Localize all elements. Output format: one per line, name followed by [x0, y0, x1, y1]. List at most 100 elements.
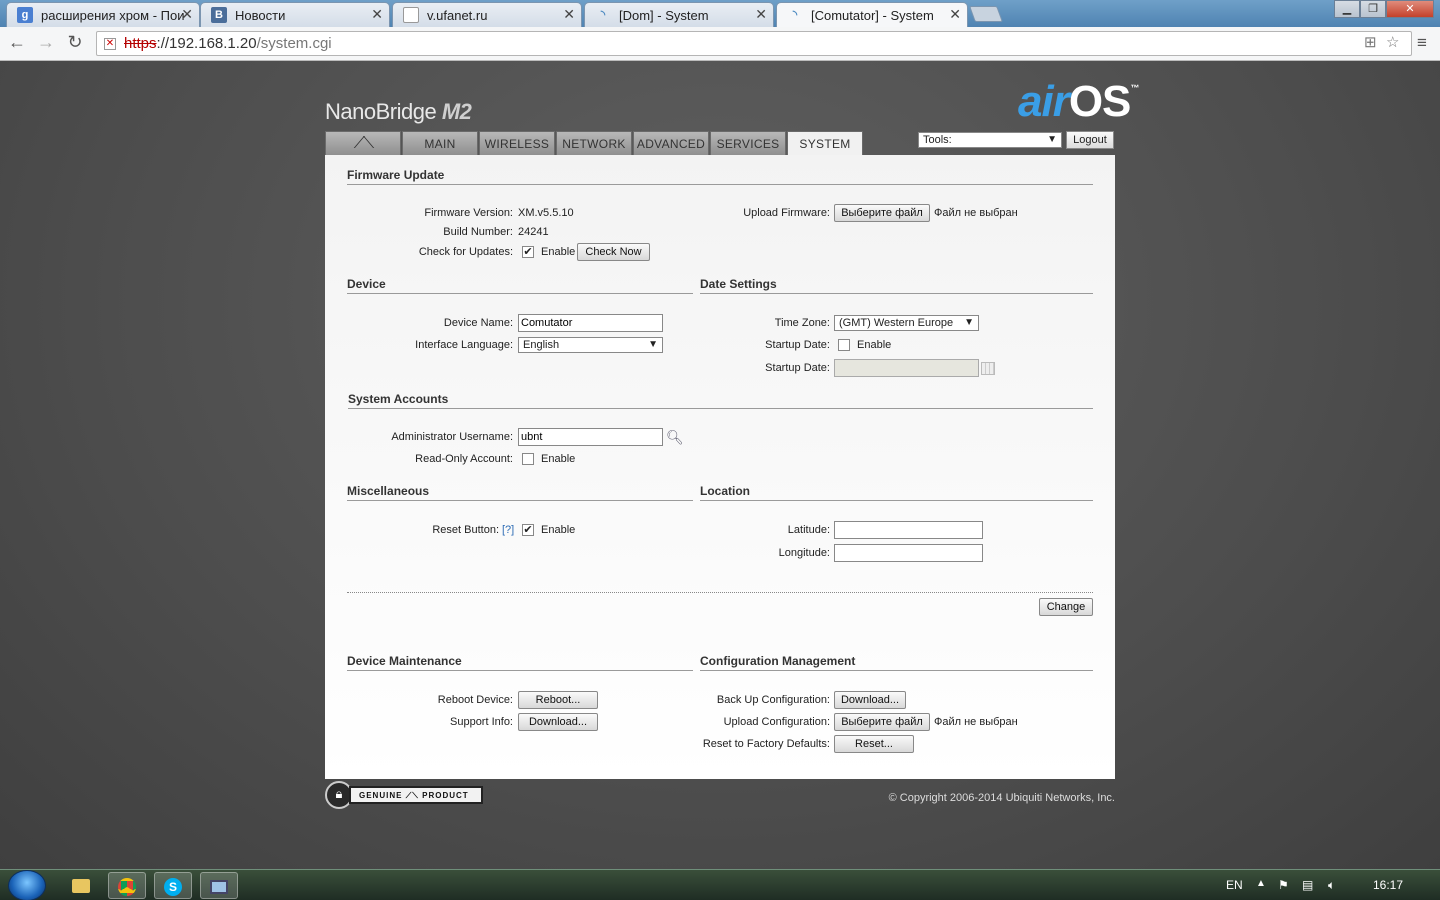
tab-title: [Dom] - System [619, 8, 709, 23]
factory-reset-button[interactable]: Reset... [834, 735, 914, 753]
location-section-title: Location [700, 484, 1093, 501]
check-now-button[interactable]: Check Now [577, 243, 650, 261]
startup-date-enable-text: Enable [857, 339, 892, 351]
logo-os: OS [1068, 77, 1132, 126]
wireless-icon: ◝ [792, 9, 798, 21]
support-info-label: Support Info: [450, 716, 513, 728]
reload-button[interactable]: ↻ [64, 32, 86, 53]
maximize-button[interactable]: ❐ [1360, 0, 1386, 18]
insecure-lock-icon[interactable]: ✕ [104, 38, 116, 50]
tab-title: [Comutator] - System [811, 8, 934, 23]
logout-button[interactable]: Logout [1066, 131, 1114, 149]
upload-firmware-choose-button[interactable]: Выберите файл [834, 204, 930, 222]
tab-ubnt-logo[interactable]: ⟋⟍ [325, 131, 401, 155]
language-indicator[interactable]: EN [1226, 878, 1243, 892]
readonly-account-checkbox[interactable] [522, 453, 534, 465]
close-tab-icon[interactable]: ✕ [563, 6, 575, 23]
device-name-input[interactable] [518, 314, 663, 332]
longitude-input[interactable] [834, 544, 983, 562]
startup-date-input[interactable] [834, 359, 979, 377]
upload-config-file-status: Файл не выбран [934, 716, 1018, 728]
longitude-label: Longitude: [778, 547, 830, 559]
browser-tab-1[interactable]: g расширения хром - Пои ✕ [6, 2, 200, 27]
tab-main[interactable]: MAIN [402, 131, 478, 155]
upload-firmware-label: Upload Firmware: [743, 207, 830, 219]
check-updates-checkbox[interactable]: ✔ [522, 246, 534, 258]
network-icon[interactable]: ▤ [1302, 878, 1313, 892]
skype-icon[interactable]: S [154, 872, 192, 899]
volume-icon[interactable]: 🔈︎ [1328, 878, 1335, 893]
close-tab-icon[interactable]: ✕ [181, 6, 193, 23]
reboot-button[interactable]: Reboot... [518, 691, 598, 709]
close-tab-icon[interactable]: ✕ [755, 6, 767, 23]
search-icon[interactable]: 🔍︎ [666, 429, 684, 446]
tab-advanced[interactable]: ADVANCED [633, 131, 709, 155]
new-tab-button[interactable] [969, 6, 1003, 22]
close-window-button[interactable]: ✕ [1386, 0, 1434, 18]
build-number-label: Build Number: [443, 226, 513, 238]
tab-wireless[interactable]: WIRELESS [479, 131, 555, 155]
admin-username-label: Administrator Username: [391, 431, 513, 443]
browser-tab-3[interactable]: v.ufanet.ru ✕ [392, 2, 582, 27]
file-explorer-icon[interactable] [62, 872, 100, 899]
translate-icon[interactable]: ⊞ [1364, 33, 1377, 51]
brand-name: NanoBridge [325, 99, 437, 124]
bookmark-star-icon[interactable]: ☆ [1386, 33, 1399, 51]
browser-tab-2[interactable]: B Новости ✕ [200, 2, 390, 27]
minimize-button[interactable]: ▁ [1334, 0, 1360, 18]
startup-date-checkbox[interactable] [838, 339, 850, 351]
chrome-icon[interactable] [108, 872, 146, 899]
support-info-download-button[interactable]: Download... [518, 713, 598, 731]
tools-label: Tools: [923, 134, 952, 146]
time-zone-label: Time Zone: [774, 317, 830, 329]
page-content: NanoBridge M2 airOS™ ⟋⟍ MAIN WIRELESS NE… [0, 61, 1440, 869]
time-zone-select[interactable]: (GMT) Western Europe ▼ [834, 315, 979, 331]
check-updates-label: Check for Updates: [418, 246, 513, 258]
wireless-icon: ◝ [600, 9, 606, 21]
firmware-section-title: Firmware Update [347, 168, 1093, 185]
tab-services[interactable]: SERVICES [710, 131, 786, 155]
remote-desktop-icon[interactable] [200, 872, 238, 899]
airos-logo: airOS™ [1018, 77, 1139, 127]
latitude-input[interactable] [834, 521, 983, 539]
tab-network[interactable]: NETWORK [556, 131, 632, 155]
accounts-section-title: System Accounts [348, 392, 1093, 409]
reset-button-checkbox[interactable]: ✔ [522, 524, 534, 536]
back-button[interactable]: ← [6, 32, 28, 53]
close-tab-icon[interactable]: ✕ [949, 6, 961, 23]
calendar-icon[interactable] [981, 362, 995, 375]
menu-icon[interactable]: ≡ [1417, 33, 1427, 53]
config-section-title: Configuration Management [700, 654, 1093, 671]
clock[interactable]: 16:17 [1373, 878, 1403, 892]
brand-model: M2 [441, 99, 472, 124]
forward-button[interactable]: → [35, 32, 57, 53]
browser-toolbar: ← → ↻ ✕ https://192.168.1.20/system.cgi … [0, 27, 1440, 61]
genuine-product-badge: 🔒︎ GENUINE ⟋⟍ PRODUCT [325, 781, 483, 809]
upload-config-choose-button[interactable]: Выберите файл [834, 713, 930, 731]
browser-tab-4[interactable]: ◝ [Dom] - System ✕ [584, 2, 774, 27]
action-center-flag-icon[interactable]: ⚑ [1278, 878, 1289, 892]
reset-button-help-link[interactable]: [?] [502, 524, 514, 536]
windows-taskbar: S EN ▲ ⚑ ▤ 🔈︎ 16:17 [0, 869, 1440, 900]
tab-system[interactable]: SYSTEM [787, 131, 863, 156]
start-button[interactable] [8, 870, 46, 900]
copyright-text: © Copyright 2006-2014 Ubiquiti Networks,… [888, 792, 1115, 804]
close-tab-icon[interactable]: ✕ [371, 6, 383, 23]
backup-config-download-button[interactable]: Download... [834, 691, 906, 709]
chevron-down-icon: ▼ [964, 317, 974, 328]
firmware-version-value: XM.v5.5.10 [518, 207, 574, 219]
check-updates-enable-label: Enable [541, 246, 576, 258]
change-button[interactable]: Change [1039, 598, 1093, 616]
interface-language-select[interactable]: English ▼ [518, 337, 663, 353]
show-hidden-icons[interactable]: ▲ [1256, 878, 1266, 889]
address-bar[interactable]: ✕ https://192.168.1.20/system.cgi [96, 31, 1412, 56]
tools-select[interactable]: Tools: ▼ [918, 132, 1062, 148]
upload-firmware-file-status: Файл не выбран [934, 207, 1018, 219]
latitude-label: Latitude: [787, 524, 830, 536]
page-icon [403, 7, 419, 23]
tab-title: v.ufanet.ru [427, 8, 488, 23]
chevron-down-icon: ▼ [1047, 134, 1057, 145]
maintenance-section-title: Device Maintenance [347, 654, 693, 671]
admin-username-input[interactable] [518, 428, 663, 446]
browser-tab-5[interactable]: ◝ [Comutator] - System ✕ [776, 2, 968, 28]
